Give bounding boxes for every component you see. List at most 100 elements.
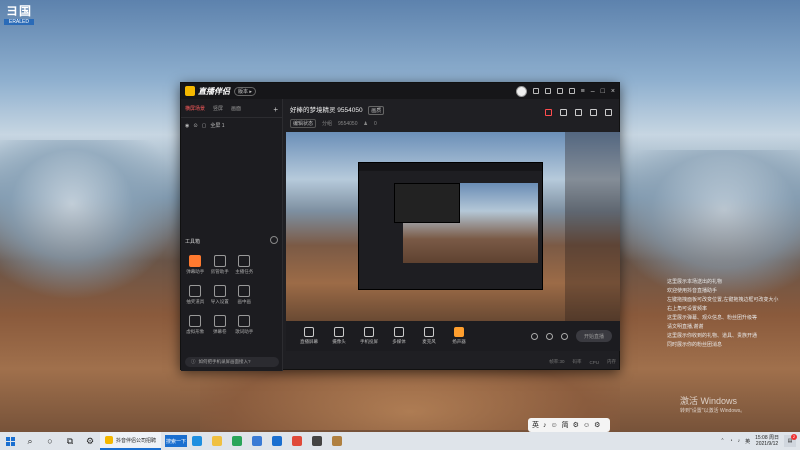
ime-emoji-icon[interactable]: ☺ [551, 422, 558, 429]
room-id: 9554050 [338, 120, 358, 127]
chat-message: 请文明直播,谢谢 [667, 324, 704, 330]
start-live-button[interactable]: 开始直播 [576, 330, 612, 342]
notification-badge: 2 [791, 434, 797, 440]
edit-status-button[interactable]: 编辑状态 [290, 119, 317, 128]
screen-icon[interactable] [544, 88, 551, 94]
media-button[interactable]: 多媒体 [384, 327, 414, 345]
ime-lang[interactable]: 英 [532, 420, 539, 430]
tool-item[interactable]: 房管助手 [208, 255, 233, 275]
lock-icon[interactable] [560, 109, 567, 116]
mail-icon[interactable] [252, 436, 263, 446]
status-memory: 内存 [607, 359, 616, 364]
room-tag[interactable]: 画质 [368, 106, 385, 115]
volume-icon[interactable]: ♪ [738, 438, 741, 444]
speaker-button[interactable]: 扬声器 [444, 327, 474, 345]
widgets-icon[interactable]: ⧉ [60, 432, 80, 450]
status-bar: 帧率:30 码率 CPU 内存 [286, 355, 620, 369]
clock[interactable]: 15:08 周日 2021/9/12 [755, 435, 779, 447]
status-fps: 帧率:30 [549, 359, 565, 364]
version-badge[interactable]: 版本 ▸ [234, 86, 256, 96]
message-icon[interactable] [532, 88, 539, 94]
app-name: 直播伴侣 [198, 86, 230, 96]
microphone-icon [424, 327, 434, 337]
wechat-icon[interactable] [232, 436, 243, 446]
ime-tools-icon[interactable]: ⚙ [594, 421, 600, 429]
user-avatar[interactable] [515, 85, 527, 97]
system-tray: ⌃ ◔ ♪ 英 15:08 周日 2021/9/12 ▤ 2 [720, 434, 800, 447]
fullscreen-icon: ▢ [201, 122, 207, 129]
ime-simplified[interactable]: 简 [562, 420, 569, 430]
live-preview[interactable] [286, 132, 620, 321]
taskbar-active-app[interactable]: 抖音伴侣公司招聘 [100, 432, 162, 450]
share-icon[interactable] [605, 109, 612, 116]
minimize-icon[interactable]: – [591, 88, 595, 95]
gift-icon[interactable] [556, 88, 563, 94]
screen-capture-button[interactable]: 直播屏幕 [294, 327, 324, 345]
ime-skin-icon[interactable]: ☺ [583, 422, 590, 429]
tool-item[interactable]: 主播任务 [232, 255, 257, 275]
title-bar: 直播伴侣 版本 ▸ ≡ – □ × [181, 83, 619, 99]
maximize-icon[interactable]: □ [601, 88, 605, 95]
task-view-icon[interactable]: ○ [40, 432, 60, 450]
tool-item[interactable]: 弹幕助手 [183, 255, 208, 275]
pip-icon [238, 285, 251, 297]
close-icon[interactable]: × [611, 88, 615, 95]
bell-icon[interactable] [590, 109, 597, 116]
tools-more-icon[interactable] [270, 236, 278, 244]
app-pin-icon[interactable] [292, 436, 303, 446]
screen-capture-icon [304, 327, 314, 337]
tool-item[interactable]: 虚拟形象 [183, 315, 208, 335]
avatar-icon [189, 315, 202, 327]
folder-icon[interactable] [212, 436, 223, 446]
left-panel: 横屏场景 竖屏 画面 + ◉ ⊙ ▢ 全屏 1 工具箱 弹幕助手 房管助手 主播… [181, 99, 283, 371]
desktop-wallpaper-cloud [0, 140, 180, 300]
settings-icon[interactable] [568, 88, 575, 94]
camera-button[interactable]: 摄像头 [324, 327, 354, 345]
chat-message: 同时展示你的粉丝团消息 [667, 342, 723, 348]
eye-icon[interactable] [546, 332, 553, 340]
tools-grid: 弹幕助手 房管助手 主播任务 抽奖道具 导入设置 画中画 虚拟形象 弹幕卷 歌词… [183, 255, 281, 335]
edge-icon[interactable] [192, 436, 203, 446]
ime-voice-icon[interactable]: ♪ [543, 422, 547, 429]
notification-button[interactable]: ▤ 2 [784, 434, 797, 447]
start-button[interactable] [0, 432, 20, 450]
watermark-sub: 转到"设置"以激活 Windows。 [680, 408, 746, 414]
source-item[interactable]: ◉ ⊙ ▢ 全屏 1 [181, 118, 282, 133]
network-icon[interactable]: ◔ [730, 438, 733, 444]
import-icon [213, 285, 226, 297]
lock-icon[interactable]: ⊙ [193, 123, 197, 129]
calendar-icon[interactable] [575, 109, 582, 116]
screen-cast-hint[interactable]: ⓘ 如何把手机录屏画面接入? [185, 357, 279, 367]
tool-item[interactable]: 画中画 [232, 285, 257, 305]
tray-chevron-icon[interactable]: ⌃ [720, 438, 724, 444]
search-icon[interactable]: ⌕ [20, 432, 40, 450]
tool-item [257, 315, 282, 335]
settings-icon[interactable] [561, 332, 568, 340]
add-scene-button[interactable]: + [273, 105, 278, 114]
visibility-icon[interactable]: ◉ [185, 123, 189, 129]
tab-scene-landscape[interactable]: 横屏场景 [185, 105, 205, 114]
store-icon[interactable] [272, 436, 283, 446]
settings-icon[interactable]: ⚙ [80, 432, 100, 450]
room-title: 好棒的梦境精灵 9554050 [290, 107, 363, 114]
danmaku-overlay: 这里展示本场送出的礼物 欢迎使用抖音直播助手 左键拖拽面板可改变位置,左键拖拽边… [667, 278, 797, 350]
tool-item[interactable]: 抽奖道具 [183, 285, 208, 305]
taskbar-search-button[interactable]: 搜索一下 [165, 435, 188, 447]
tools-title: 工具箱 [185, 239, 201, 245]
menu-icon[interactable]: ≡ [581, 88, 585, 95]
phone-cast-button[interactable]: 手机投屏 [354, 327, 384, 345]
tool-item[interactable]: 歌词助手 [232, 315, 257, 335]
record-icon[interactable] [531, 332, 538, 340]
ime-toolbar: 英 ♪ ☺ 简 ⚙ ☺ ⚙ [528, 418, 610, 432]
tool-item[interactable]: 导入设置 [208, 285, 233, 305]
app-pin-icon[interactable] [312, 436, 323, 446]
gift-box-icon[interactable] [545, 109, 552, 116]
tab-scene-canvas[interactable]: 画面 [231, 105, 241, 114]
ime-settings-icon[interactable]: ⚙ [573, 421, 579, 429]
tab-scene-portrait[interactable]: 竖屏 [213, 105, 223, 114]
tool-item[interactable]: 弹幕卷 [208, 315, 233, 335]
app-pin-icon[interactable] [332, 436, 343, 446]
taskbar: ⌕ ○ ⧉ ⚙ 抖音伴侣公司招聘 搜索一下 ⌃ ◔ ♪ 英 15:08 周日 2… [0, 432, 800, 450]
tray-lang[interactable]: 英 [745, 438, 750, 445]
microphone-button[interactable]: 麦克风 [414, 327, 444, 345]
